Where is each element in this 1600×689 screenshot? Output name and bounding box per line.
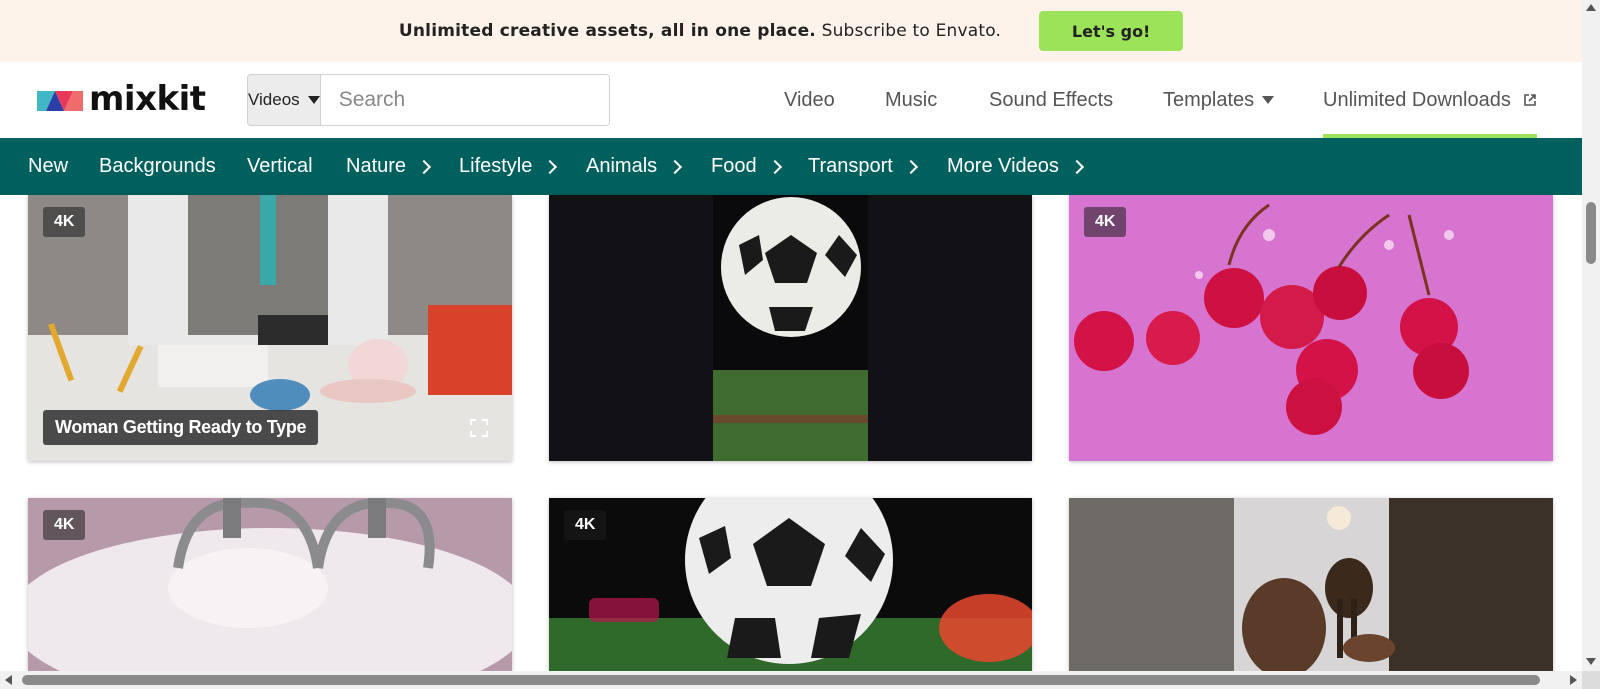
category-lifestyle[interactable]: Lifestyle bbox=[459, 138, 558, 195]
video-thumbnail bbox=[1069, 498, 1553, 671]
category-more-videos[interactable]: More Videos bbox=[947, 138, 1084, 195]
nav-templates[interactable]: Templates bbox=[1163, 62, 1275, 138]
scrollbar-corner bbox=[1582, 671, 1600, 689]
scroll-up-arrow-icon[interactable] bbox=[1586, 4, 1596, 11]
video-card-mixer[interactable]: 4K bbox=[28, 498, 512, 671]
category-backgrounds-label: Backgrounds bbox=[99, 155, 216, 177]
nav-music-label: Music bbox=[885, 88, 938, 111]
category-bar: New Backgrounds Vertical Nature Lifestyl… bbox=[0, 138, 1582, 195]
video-title: Woman Getting Ready to Type bbox=[43, 410, 319, 445]
category-new-label: New bbox=[28, 155, 69, 177]
nav-video[interactable]: Video bbox=[784, 62, 835, 138]
chevron-right-icon bbox=[416, 159, 432, 174]
page: Unlimited creative assets, all in one pl… bbox=[0, 0, 1600, 689]
category-vertical-label: Vertical bbox=[247, 155, 313, 177]
chevron-right-icon bbox=[543, 159, 558, 174]
video-card-man-braids[interactable] bbox=[1069, 498, 1553, 671]
category-lifestyle-label: Lifestyle bbox=[459, 155, 533, 177]
mixkit-logo[interactable]: mixkit bbox=[37, 79, 206, 119]
vertical-scrollbar[interactable] bbox=[1582, 0, 1600, 671]
resolution-badge: 4K bbox=[43, 510, 86, 540]
video-thumbnail bbox=[28, 498, 512, 671]
nav-sound-effects-label: Sound Effects bbox=[989, 88, 1114, 111]
external-link-icon bbox=[1524, 94, 1536, 106]
nav-unlimited-downloads[interactable]: Unlimited Downloads bbox=[1323, 62, 1537, 138]
category-animals[interactable]: Animals bbox=[586, 138, 683, 195]
video-thumbnail bbox=[549, 195, 1032, 461]
video-card-soccer-ball-grass[interactable]: 4K bbox=[549, 498, 1032, 671]
category-more-videos-label: More Videos bbox=[947, 155, 1059, 177]
horizontal-scrollbar-thumb[interactable] bbox=[22, 675, 1540, 685]
resolution-badge: 4K bbox=[43, 207, 86, 237]
category-backgrounds[interactable]: Backgrounds bbox=[99, 138, 216, 195]
caret-down-icon bbox=[307, 96, 320, 104]
category-transport[interactable]: Transport bbox=[808, 138, 918, 195]
video-card-soccer-ball[interactable] bbox=[549, 195, 1032, 461]
search-type-label: Videos bbox=[248, 90, 300, 109]
resolution-badge: 4K bbox=[1084, 207, 1127, 237]
scroll-down-arrow-icon[interactable] bbox=[1586, 658, 1596, 665]
category-vertical[interactable]: Vertical bbox=[247, 138, 313, 195]
scroll-left-arrow-icon[interactable] bbox=[5, 675, 12, 685]
expand-icon[interactable] bbox=[470, 419, 488, 437]
chevron-right-icon bbox=[903, 159, 918, 174]
nav-sound-effects[interactable]: Sound Effects bbox=[989, 62, 1113, 138]
category-new[interactable]: New bbox=[28, 138, 68, 195]
search-bar: Videos bbox=[247, 74, 610, 126]
category-food[interactable]: Food bbox=[711, 138, 782, 195]
promo-bold-text: Unlimited creative assets, all in one pl… bbox=[398, 21, 816, 41]
resolution-badge: 4K bbox=[564, 510, 607, 540]
promo-text: Unlimited creative assets, all in one pl… bbox=[399, 21, 1001, 41]
site-header: mixkit Videos Video Music Sound Effects … bbox=[0, 62, 1582, 138]
category-food-label: Food bbox=[711, 155, 757, 177]
promo-subscribe-text: Subscribe to Envato. bbox=[815, 21, 1002, 41]
chevron-right-icon bbox=[668, 159, 683, 174]
horizontal-scrollbar[interactable] bbox=[0, 671, 1582, 689]
nav-video-label: Video bbox=[784, 88, 835, 111]
vertical-scrollbar-thumb[interactable] bbox=[1586, 202, 1596, 264]
caret-down-icon bbox=[1262, 96, 1275, 104]
scroll-right-arrow-icon[interactable] bbox=[1570, 675, 1577, 685]
search-type-dropdown[interactable]: Videos bbox=[248, 75, 321, 125]
category-nature[interactable]: Nature bbox=[346, 138, 432, 195]
category-nature-label: Nature bbox=[346, 155, 407, 177]
promo-banner: Unlimited creative assets, all in one pl… bbox=[0, 0, 1582, 62]
video-card-cherries[interactable]: 4K bbox=[1069, 195, 1553, 461]
nav-music[interactable]: Music bbox=[885, 62, 937, 138]
chevron-right-icon bbox=[1069, 159, 1084, 174]
category-animals-label: Animals bbox=[586, 155, 658, 177]
category-transport-label: Transport bbox=[808, 155, 893, 177]
video-thumbnail bbox=[1069, 195, 1553, 461]
mixkit-logo-icon bbox=[37, 91, 83, 111]
lets-go-button[interactable]: Let's go! bbox=[1039, 11, 1184, 51]
video-thumbnail bbox=[549, 498, 1032, 671]
logo-wordmark: mixkit bbox=[89, 79, 206, 119]
chevron-right-icon bbox=[767, 159, 782, 174]
video-card-woman-typing[interactable]: 4K Woman Getting Ready to Type bbox=[28, 195, 512, 461]
search-input[interactable] bbox=[320, 75, 609, 125]
nav-templates-label: Templates bbox=[1163, 88, 1255, 111]
nav-unlimited-downloads-label: Unlimited Downloads bbox=[1323, 88, 1511, 111]
